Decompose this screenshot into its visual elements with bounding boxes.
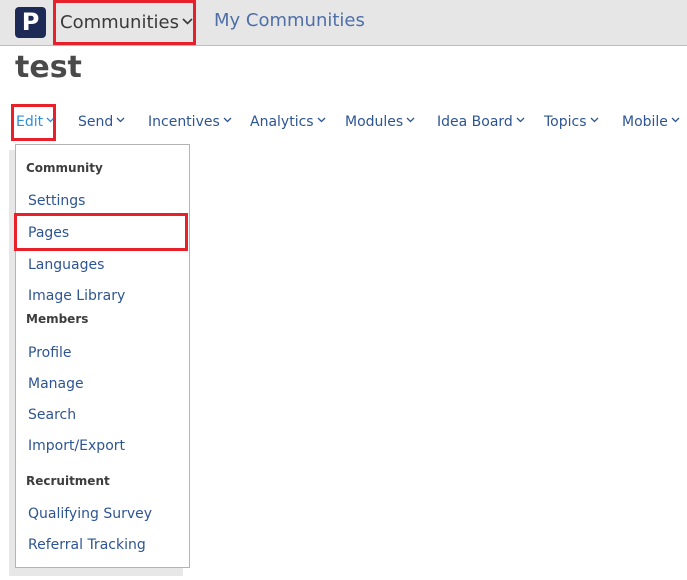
menu-item-qualifying-survey[interactable]: Qualifying Survey: [28, 506, 152, 522]
menu-item-settings[interactable]: Settings: [28, 193, 85, 209]
nav-modules[interactable]: Modules: [345, 108, 415, 136]
menu-item-import-export[interactable]: Import/Export: [28, 438, 125, 454]
pages-highlight-box: [14, 213, 188, 251]
menu-item-search[interactable]: Search: [28, 407, 76, 423]
nav-label: Incentives: [148, 114, 220, 130]
nav-incentives[interactable]: Incentives: [148, 108, 232, 136]
nav-label: Analytics: [250, 114, 314, 130]
chevron-down-icon: [590, 117, 599, 123]
chevron-down-icon: [223, 117, 232, 123]
menu-item-profile[interactable]: Profile: [28, 345, 72, 361]
nav-label: Send: [78, 114, 114, 130]
chevron-down-icon: [182, 17, 193, 25]
chevron-down-icon: [516, 117, 525, 123]
menu-item-image-library[interactable]: Image Library: [28, 288, 125, 304]
main-nav: Edit Send Incentives Analytics Modules I…: [0, 108, 687, 136]
my-communities-link[interactable]: My Communities: [214, 8, 365, 34]
nav-label: Modules: [345, 114, 404, 130]
menu-heading-members: Members: [26, 312, 89, 326]
communities-dropdown[interactable]: Communities: [53, 0, 196, 45]
app-logo[interactable]: P: [15, 7, 46, 38]
chevron-down-icon: [406, 117, 415, 123]
edit-highlight-box: [11, 104, 56, 141]
nav-idea-board[interactable]: Idea Board: [437, 108, 525, 136]
nav-mobile[interactable]: Mobile: [622, 108, 680, 136]
nav-label: Topics: [544, 114, 587, 130]
chevron-down-icon: [116, 117, 125, 123]
nav-send[interactable]: Send: [78, 108, 125, 136]
menu-heading-community: Community: [26, 161, 103, 175]
nav-label: Idea Board: [437, 114, 513, 130]
page-title: test: [15, 50, 82, 85]
menu-item-referral-tracking[interactable]: Referral Tracking: [28, 537, 146, 553]
top-bar: P Communities My Communities: [0, 0, 687, 46]
edit-dropdown-menu: Community Settings Pages Languages Image…: [15, 144, 190, 568]
nav-analytics[interactable]: Analytics: [250, 108, 326, 136]
menu-item-languages[interactable]: Languages: [28, 257, 104, 273]
menu-heading-recruitment: Recruitment: [26, 474, 110, 488]
communities-label: Communities: [60, 12, 179, 33]
menu-item-manage[interactable]: Manage: [28, 376, 84, 392]
nav-label: Mobile: [622, 114, 668, 130]
chevron-down-icon: [671, 117, 680, 123]
nav-topics[interactable]: Topics: [544, 108, 599, 136]
chevron-down-icon: [317, 117, 326, 123]
